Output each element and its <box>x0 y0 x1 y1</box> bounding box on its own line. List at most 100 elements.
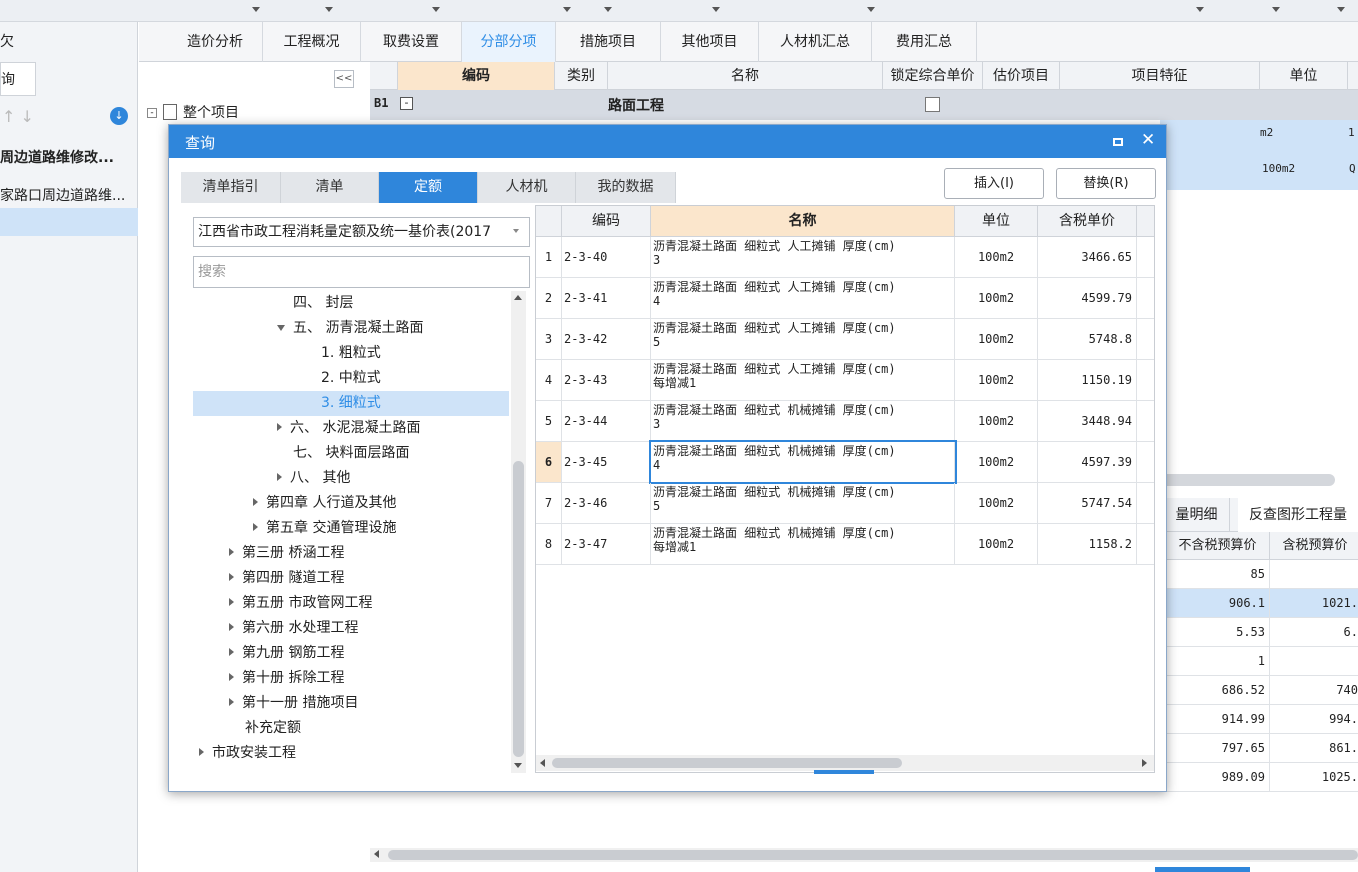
collapsed-arrow-icon[interactable] <box>229 673 234 681</box>
tab-bill[interactable]: 清单 <box>281 172 379 203</box>
tab-fee-summary[interactable]: 费用汇总 <box>872 22 977 62</box>
col-tax-price[interactable]: 含税单价 <box>1038 206 1137 237</box>
table-row[interactable]: 2 2-3-41 沥青混凝土路面 细粒式 人工摊铺 厚度(cm) 4 100m2 4599… <box>536 278 1154 319</box>
col-type[interactable]: 类别 <box>555 62 608 90</box>
tree-node[interactable]: 第五章 交通管理设施 <box>193 516 509 541</box>
h-scrollbar[interactable] <box>1160 474 1335 486</box>
dropdown-arrow-icon[interactable] <box>563 7 571 12</box>
table-row[interactable]: 5 2-3-44 沥青混凝土路面 细粒式 机械摊铺 厚度(cm) 3 100m2 3448… <box>536 401 1154 442</box>
tree-node[interactable]: 四、 封层 <box>193 291 509 316</box>
replace-button[interactable]: 替换(R) <box>1056 168 1156 199</box>
tree-node[interactable]: 第四册 隧道工程 <box>193 566 509 591</box>
collapsed-arrow-icon[interactable] <box>253 498 258 506</box>
tab-other-items[interactable]: 其他项目 <box>661 22 759 62</box>
detail-row[interactable]: 1 <box>1160 647 1358 676</box>
tab-fee-settings[interactable]: 取费设置 <box>361 22 462 62</box>
tab-quota[interactable]: 定额 <box>379 172 478 203</box>
table-row[interactable]: 1 2-3-40 沥青混凝土路面 细粒式 人工摊铺 厚度(cm) 3 100m2 3466… <box>536 237 1154 278</box>
col-unit[interactable]: 单位 <box>955 206 1038 237</box>
tree-expand-icon[interactable]: - <box>147 108 157 118</box>
table-h-scrollbar[interactable] <box>536 755 1154 771</box>
maximize-icon[interactable] <box>1113 138 1123 146</box>
detail-row[interactable]: 914.99 994. <box>1160 705 1358 734</box>
dropdown-arrow-icon[interactable] <box>432 7 440 12</box>
col-unit[interactable]: 单位 <box>1260 62 1348 90</box>
detail-row[interactable]: 906.1 1021. <box>1160 589 1358 618</box>
col-estimate-item[interactable]: 估价项目 <box>983 62 1060 90</box>
col-name[interactable]: 名称 <box>651 206 955 237</box>
dropdown-arrow-icon[interactable] <box>712 7 720 12</box>
grid-row[interactable]: m2 1 <box>1160 120 1358 150</box>
tree-node[interactable]: 第十一册 措施项目 <box>193 691 509 716</box>
tree-scrollbar[interactable] <box>511 291 526 773</box>
expanded-arrow-icon[interactable] <box>277 325 285 331</box>
tab-measures[interactable]: 措施项目 <box>556 22 661 62</box>
dropdown-arrow-icon[interactable] <box>1196 7 1204 12</box>
detail-row[interactable]: 797.65 861. <box>1160 734 1358 763</box>
table-row[interactable]: 8 2-3-47 沥青混凝土路面 细粒式 机械摊铺 厚度(cm) 每增减1 100m2 1… <box>536 524 1154 565</box>
collapsed-arrow-icon[interactable] <box>229 548 234 556</box>
detail-row[interactable]: 5.53 6. <box>1160 618 1358 647</box>
tree-node[interactable]: 市政安装工程 <box>193 741 509 766</box>
collapsed-arrow-icon[interactable] <box>253 523 258 531</box>
dialog-titlebar[interactable]: 查询 ✕ <box>169 125 1166 158</box>
download-icon[interactable]: ↓ <box>110 107 128 125</box>
tree-node[interactable]: 六、 水泥混凝土路面 <box>193 416 509 441</box>
collapse-row-icon[interactable]: - <box>400 97 413 110</box>
close-icon[interactable]: ✕ <box>1141 130 1155 150</box>
tree-node[interactable]: 第九册 钢筋工程 <box>193 641 509 666</box>
col-name[interactable]: 名称 <box>608 62 883 90</box>
insert-button[interactable]: 插入(I) <box>944 168 1044 199</box>
tab-project-overview[interactable]: 工程概况 <box>263 22 361 62</box>
collapsed-arrow-icon[interactable] <box>229 573 234 581</box>
tree-node[interactable]: 2. 中粒式 <box>193 366 509 391</box>
col-features[interactable]: 项目特征 <box>1060 62 1260 90</box>
dropdown-arrow-icon[interactable] <box>867 7 875 12</box>
collapsed-arrow-icon[interactable] <box>199 748 204 756</box>
lock-price-checkbox[interactable] <box>925 97 940 112</box>
tab-labor-material-summary[interactable]: 人材机汇总 <box>759 22 872 62</box>
table-row[interactable]: 7 2-3-46 沥青混凝土路面 细粒式 机械摊铺 厚度(cm) 5 100m2 5747… <box>536 483 1154 524</box>
table-row[interactable]: 4 2-3-43 沥青混凝土路面 细粒式 人工摊铺 厚度(cm) 每增减1 100m2 1… <box>536 360 1154 401</box>
tree-node[interactable]: 第六册 水处理工程 <box>193 616 509 641</box>
chevron-down-icon[interactable] <box>513 229 519 233</box>
collapse-nav-button[interactable]: << <box>334 70 354 88</box>
bottom-scrollbar[interactable] <box>370 848 1358 862</box>
tree-node[interactable]: 第三册 桥涵工程 <box>193 541 509 566</box>
project-item-selected[interactable] <box>0 208 138 236</box>
quota-library-select[interactable]: 江西省市政工程消耗量定额及统一基价表(2017 <box>193 217 530 247</box>
collapsed-arrow-icon[interactable] <box>229 698 234 706</box>
tree-node[interactable]: 八、 其他 <box>193 466 509 491</box>
project-item[interactable]: 家路口周边道路维... <box>0 184 138 208</box>
query-tab[interactable]: 询 <box>0 62 36 96</box>
collapsed-arrow-icon[interactable] <box>229 598 234 606</box>
tree-node[interactable]: 第十册 拆除工程 <box>193 666 509 691</box>
detail-row[interactable]: 85 <box>1160 560 1358 589</box>
dropdown-arrow-icon[interactable] <box>252 7 260 12</box>
dropdown-arrow-icon[interactable] <box>1272 7 1280 12</box>
collapsed-arrow-icon[interactable] <box>229 648 234 656</box>
tab-quantity-detail[interactable]: 量明细 <box>1164 498 1230 532</box>
tab-cost-analysis[interactable]: 造价分析 <box>168 22 263 62</box>
grid-row[interactable]: 100m2 Q <box>1160 150 1358 190</box>
tree-node[interactable]: 第五册 市政管网工程 <box>193 591 509 616</box>
scroll-left-icon[interactable] <box>374 850 379 858</box>
project-item[interactable]: 周边道路维修改... <box>0 146 138 170</box>
search-input[interactable]: 搜索 <box>193 256 530 288</box>
collapsed-arrow-icon[interactable] <box>229 623 234 631</box>
col-lock-price[interactable]: 锁定综合单价 <box>883 62 983 90</box>
tab-sub-items[interactable]: 分部分项 <box>462 22 556 62</box>
tab-labor-material[interactable]: 人材机 <box>478 172 576 203</box>
tree-node[interactable]: 补充定额 <box>193 716 509 741</box>
root-node-label[interactable]: 整个项目 <box>183 102 239 124</box>
dropdown-arrow-icon[interactable] <box>325 7 333 12</box>
tree-node[interactable]: 3. 细粒式 <box>193 391 509 416</box>
col-code[interactable]: 编码 <box>398 62 555 90</box>
grid-row-b1[interactable]: B1 - 路面工程 <box>370 90 1358 120</box>
detail-row[interactable]: 686.52 740 <box>1160 676 1358 705</box>
collapsed-arrow-icon[interactable] <box>277 473 282 481</box>
table-row[interactable]: 3 2-3-42 沥青混凝土路面 细粒式 人工摊铺 厚度(cm) 5 100m2 5748… <box>536 319 1154 360</box>
tree-node[interactable]: 五、 沥青混凝土路面 <box>193 316 509 341</box>
tree-node[interactable]: 七、 块料面层路面 <box>193 441 509 466</box>
col-code[interactable]: 编码 <box>562 206 651 237</box>
